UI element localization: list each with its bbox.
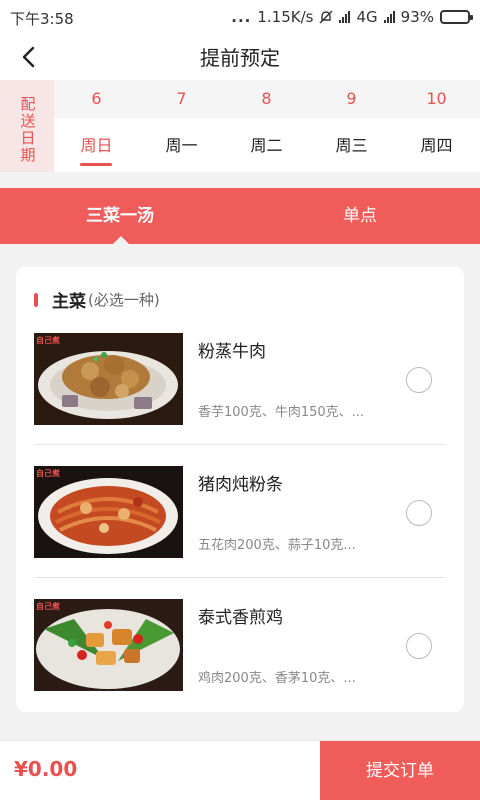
dish-name: 泰式香煎鸡 [198,608,283,628]
dish-image: 自己煮 [34,599,183,691]
brand-watermark: 自己煮 [36,336,60,345]
menu-tabs: 三菜一汤 单点 [0,188,480,244]
battery-icon [440,10,473,24]
dish-item[interactable]: 自己煮 猪肉炖粉条 五花肉200克、蒜子10克... [34,466,446,598]
status-time: 下午3:58 [10,10,74,28]
weekday-label: 周一 [165,136,198,155]
signal-icon [339,11,351,23]
date-number: 8 [261,89,272,108]
weekday-label: 周日 [80,136,113,155]
date-tab-tue[interactable]: 8 周二 [224,80,309,172]
notification-dots-icon: ... [231,8,252,26]
dish-item[interactable]: 自己煮 粉蒸牛肉 香芋100克、牛肉150克、... [34,333,446,465]
dish-image: 自己煮 [34,466,183,558]
date-selector: 配送日期 6 周日 7 周一 8 周二 9 周三 10 周四 [0,80,480,172]
date-number: 9 [346,89,357,108]
dish-name: 猪肉炖粉条 [198,475,283,495]
dish-ingredients: 香芋100克、牛肉150克、... [198,405,365,420]
network-speed: 1.15K/s [257,8,314,26]
date-tab-mon[interactable]: 7 周一 [139,80,224,172]
date-tab-thu[interactable]: 10 周四 [394,80,479,172]
divider [34,444,446,445]
section-title: 主菜 [52,292,86,312]
date-number: 6 [91,89,102,108]
status-bar: 下午3:58 ... 1.15K/s 4G 93% [0,0,480,34]
dish-select-radio[interactable] [406,633,432,659]
page-title: 提前预定 [200,46,280,70]
dish-name: 粉蒸牛肉 [198,342,266,362]
delivery-date-label: 配送日期 [0,80,54,172]
main-dish-card: 主菜 (必选一种) 自己煮 粉蒸牛肉 香芋100克、牛肉150克、... 自己煮… [16,267,464,712]
date-number: 10 [426,89,447,108]
submit-order-button[interactable]: 提交订单 [320,741,480,800]
active-tab-notch [112,236,130,245]
weekday-label: 周四 [420,136,453,155]
dish-ingredients: 五花肉200克、蒜子10克... [198,538,356,553]
bottom-bar: ¥0.00 提交订单 [0,740,480,800]
brand-watermark: 自己煮 [36,469,60,478]
network-type: 4G [356,8,378,26]
date-tab-sun[interactable]: 6 周日 [54,80,139,172]
date-tab-wed[interactable]: 9 周三 [309,80,394,172]
section-header: 主菜 (必选一种) [34,287,160,312]
dish-ingredients: 鸡肉200克、香茅10克、... [198,671,356,686]
weekday-label: 周二 [250,136,283,155]
section-hint: (必选一种) [88,291,160,309]
divider [34,577,446,578]
dish-image: 自己煮 [34,333,183,425]
dish-item[interactable]: 自己煮 泰式香煎鸡 鸡肉200克、香茅10克、... [34,599,446,731]
date-number: 7 [176,89,187,108]
mute-icon [319,10,333,24]
status-indicators: ... 1.15K/s 4G 93% [231,8,473,26]
dish-select-radio[interactable] [406,367,432,393]
section-marker [34,292,38,307]
page-header: 提前预定 [0,34,480,80]
active-indicator [80,163,112,166]
signal-icon-2 [383,11,395,23]
weekday-label: 周三 [335,136,368,155]
brand-watermark: 自己煮 [36,602,60,611]
tab-single[interactable]: 单点 [280,188,440,244]
dish-select-radio[interactable] [406,500,432,526]
battery-percent: 93% [400,8,434,26]
total-price: ¥0.00 [14,757,78,781]
